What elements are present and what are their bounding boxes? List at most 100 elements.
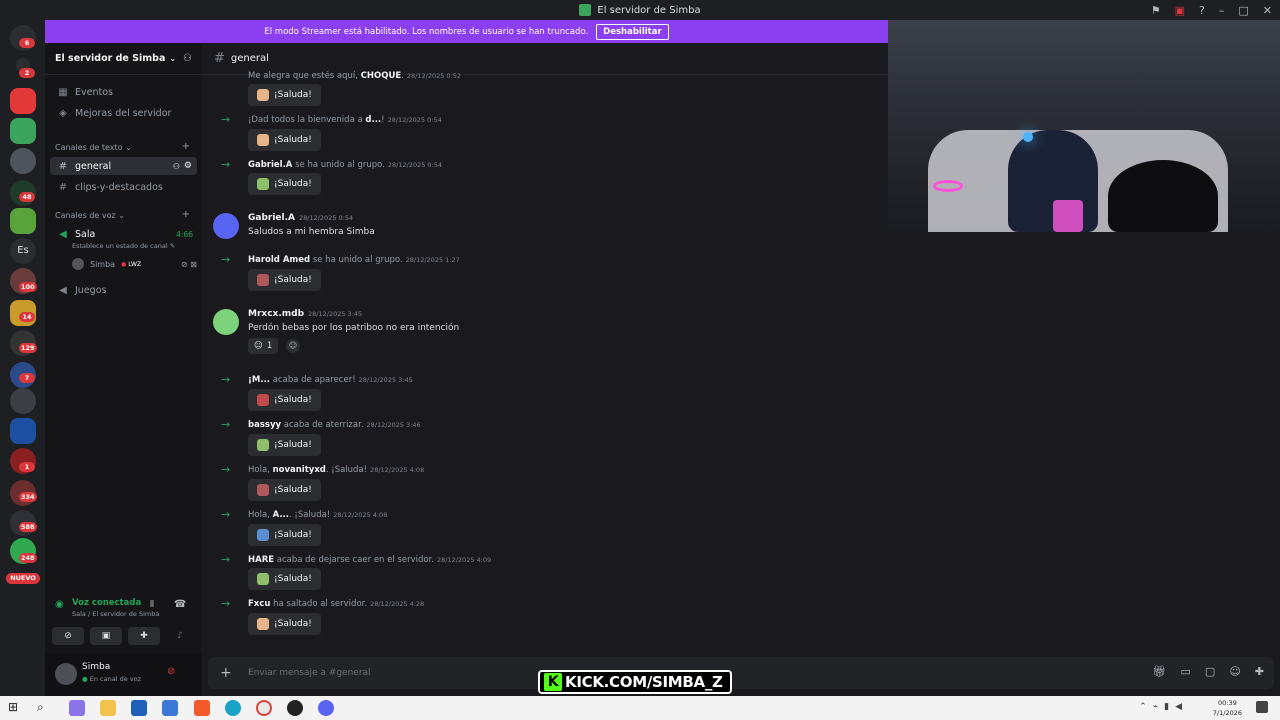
inbox-icon[interactable]: ⚑	[1151, 4, 1161, 17]
message-composer[interactable]: + Enviar mensaje a #general 🎁︎ ▭ ▢ ☺ ✚	[208, 657, 1274, 689]
clock[interactable]: 00:39 7/1/2026	[1213, 698, 1242, 718]
wave-button[interactable]: ¡Saluda!	[248, 568, 321, 590]
avatar[interactable]	[213, 213, 239, 239]
obs-icon[interactable]	[287, 700, 303, 716]
gif-icon[interactable]: ▭	[1181, 665, 1191, 678]
window-titlebar: El servidor de Simba ⚑ ▣ ? – □ ✕	[0, 0, 1280, 20]
search-icon[interactable]: ⌕	[37, 700, 53, 716]
noise-suppression-icon[interactable]: ⦀	[150, 600, 154, 610]
voice-channel-sala[interactable]: ◀ Sala 4:66	[50, 225, 197, 243]
voice-channel-juegos[interactable]: ◀ Juegos	[50, 281, 197, 299]
gift-icon[interactable]: 🎁︎	[1153, 665, 1167, 678]
server-icon[interactable]	[10, 418, 36, 444]
sticker-icon	[257, 274, 269, 286]
system-message: Gabriel.A se ha unido al grupo. 28/12/202…	[248, 160, 443, 170]
invite-icon[interactable]: ⚇	[173, 162, 180, 171]
soundboard-button[interactable]: ♪	[166, 627, 194, 645]
add-channel-icon[interactable]: +	[182, 141, 190, 152]
channel-label: clips-y-destacados	[75, 181, 163, 193]
file-explorer-icon[interactable]	[100, 700, 116, 716]
kick-url: KICK.COM/SIMBA_Z	[565, 673, 723, 691]
app-icon[interactable]	[131, 700, 147, 716]
speaker-icon: ◀	[59, 284, 67, 296]
user-panel: Simba ● En canal de voz ⊘ ⚙	[45, 653, 202, 696]
discord-icon[interactable]	[318, 700, 334, 716]
server-icon[interactable]	[10, 148, 36, 174]
kick-channel-overlay: K KICK.COM/SIMBA_Z	[538, 670, 732, 694]
events-item[interactable]: ▦ Eventos	[50, 83, 197, 101]
channel-clips[interactable]: # clips-y-destacados	[50, 178, 197, 196]
activities-button[interactable]: ✚	[128, 627, 160, 645]
screen-share-icon[interactable]: ▣	[1175, 4, 1185, 17]
badge: 588	[19, 522, 37, 532]
badge: 7	[19, 373, 35, 383]
edge-icon[interactable]	[225, 700, 241, 716]
voice-timer: 4:66	[176, 229, 193, 239]
reaction-pill[interactable]: ☺ 1	[248, 338, 279, 354]
widgets-icon[interactable]	[69, 700, 85, 716]
gear-icon[interactable]: ⚙	[184, 161, 192, 171]
window-title: El servidor de Simba	[597, 4, 701, 16]
signal-icon: ◉	[55, 599, 64, 610]
wave-button[interactable]: ¡Saluda!	[248, 84, 321, 106]
add-reaction-icon[interactable]: ☺	[286, 339, 300, 353]
sticker-icon	[257, 439, 269, 451]
join-arrow-icon: →	[221, 373, 231, 386]
brave-icon[interactable]	[194, 700, 210, 716]
wave-button[interactable]: ¡Saluda!	[248, 613, 321, 635]
wave-button[interactable]: ¡Saluda!	[248, 434, 321, 456]
new-servers-badge[interactable]: NUEVO	[6, 573, 40, 584]
invite-icon[interactable]: ⚇	[183, 53, 192, 64]
muted-icon: ⊘ ⊠	[181, 259, 197, 269]
system-message: Me alegra que estés aquí, CHOQUE. 28/12/2…	[248, 71, 462, 81]
wave-button[interactable]: ¡Saluda!	[248, 524, 321, 546]
minimize-button[interactable]: –	[1219, 4, 1225, 17]
screen-share-button[interactable]: ▣	[90, 627, 122, 645]
wave-button[interactable]: ¡Saluda!	[248, 389, 321, 411]
disconnect-icon[interactable]: ☎	[174, 599, 186, 610]
server-header[interactable]: El servidor de Simba ⌄ ⚇	[45, 43, 202, 75]
notifications-icon[interactable]	[1256, 701, 1268, 713]
help-icon[interactable]: ?	[1199, 4, 1205, 17]
server-icon[interactable]: Es	[10, 238, 36, 264]
app-icon[interactable]	[162, 700, 178, 716]
voice-connected-sub[interactable]: Sala / El servidor de Simba	[72, 610, 159, 618]
apps-icon[interactable]: ✚	[1255, 665, 1264, 678]
message-author[interactable]: Gabriel.A 28/12/2025 0:54	[248, 213, 353, 223]
hash-icon: #	[58, 160, 68, 172]
wave-button[interactable]: ¡Saluda!	[248, 129, 321, 151]
wave-button[interactable]: ¡Saluda!	[248, 173, 321, 195]
close-button[interactable]: ✕	[1263, 4, 1272, 17]
server-icon[interactable]	[10, 118, 36, 144]
text-category[interactable]: Canales de texto ⌄	[55, 143, 132, 152]
server-icon[interactable]	[10, 88, 36, 114]
channel-label: general	[75, 160, 112, 172]
voice-user-row[interactable]: Simba ● LWZ ⊘ ⊠	[72, 257, 197, 271]
emoji-icon[interactable]: ☺	[1229, 665, 1240, 678]
channel-general[interactable]: # general ⚇ ⚙	[50, 157, 197, 175]
message-author[interactable]: Mrxcx.mdb 28/12/2025 3:45	[248, 309, 362, 319]
avatar[interactable]	[213, 309, 239, 335]
sticker-icon[interactable]: ▢	[1205, 665, 1215, 678]
add-attachment-icon[interactable]: +	[220, 665, 232, 681]
chrome-icon[interactable]	[256, 700, 272, 716]
add-channel-icon[interactable]: +	[182, 209, 190, 220]
wave-button[interactable]: ¡Saluda!	[248, 479, 321, 501]
wave-button[interactable]: ¡Saluda!	[248, 269, 321, 291]
badge: 248	[19, 553, 37, 563]
disable-streamer-button[interactable]: Deshabilitar	[596, 23, 669, 40]
boosts-item[interactable]: ◈ Mejoras del servidor	[50, 104, 197, 122]
windows-start-icon[interactable]: ⊞	[8, 700, 24, 716]
server-icon[interactable]	[10, 388, 36, 414]
chevron-down-icon: ⌄	[169, 54, 177, 63]
join-arrow-icon: →	[221, 597, 231, 610]
voice-category[interactable]: Canales de voz ⌄	[55, 211, 125, 220]
camera-button[interactable]: ⊘	[52, 627, 84, 645]
voice-status-hint[interactable]: Establece un estado de canal ✎	[72, 242, 175, 250]
tray-icons[interactable]: ⌃⌁▮◀	[1139, 702, 1188, 712]
sticker-icon	[257, 484, 269, 496]
maximize-button[interactable]: □	[1238, 4, 1248, 17]
mute-icon[interactable]: ⊘	[167, 666, 175, 677]
avatar[interactable]	[55, 663, 77, 685]
server-icon[interactable]	[10, 208, 36, 234]
